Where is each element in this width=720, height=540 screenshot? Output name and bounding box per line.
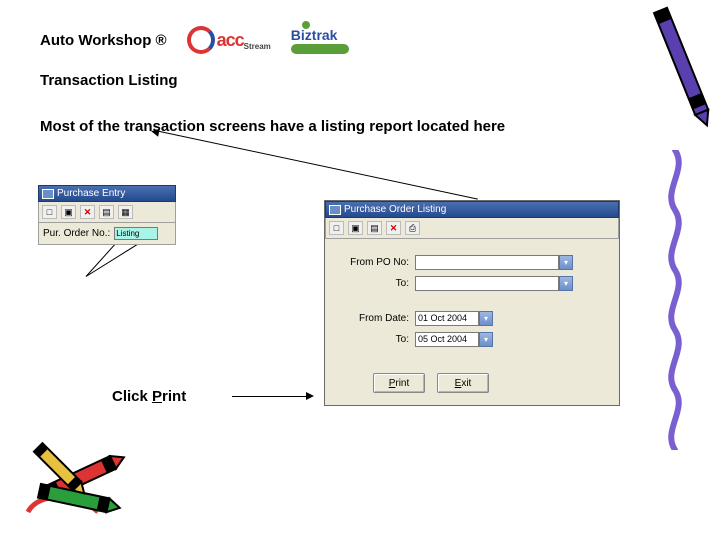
toolbar: □ ▣ ✕ ▤ ▦ xyxy=(38,202,176,223)
delete-x-icon[interactable]: ✕ xyxy=(80,205,95,219)
arrow-line-icon xyxy=(232,396,308,397)
form-area: From PO No: ▾ To: ▾ From Date: 01 Oct 20… xyxy=(325,239,619,367)
dialog-button-row: Print Exit xyxy=(325,367,619,405)
save-icon[interactable]: ▤ xyxy=(367,221,382,235)
print-button[interactable]: Print xyxy=(373,373,425,393)
to-date-label: To: xyxy=(333,334,415,345)
click-print-text: Click Print xyxy=(112,388,186,405)
from-po-input[interactable] xyxy=(415,255,559,270)
from-po-combo[interactable]: ▾ xyxy=(415,255,573,270)
biztrak-logo: Biztrak xyxy=(291,27,349,54)
acc-stream-logo: acc Stream xyxy=(187,26,271,54)
window-icon xyxy=(329,205,341,215)
window-icon xyxy=(42,189,54,199)
arrow-line-icon xyxy=(155,130,478,200)
new-doc-icon[interactable]: □ xyxy=(329,221,344,235)
to-po-combo[interactable]: ▾ xyxy=(415,276,573,291)
window-title-text: Purchase Order Listing xyxy=(344,204,446,215)
window-titlebar[interactable]: Purchase Entry xyxy=(38,185,176,202)
exit-button[interactable]: Exit xyxy=(437,373,489,393)
chevron-down-icon[interactable]: ▾ xyxy=(559,255,573,270)
acc-ring-icon xyxy=(187,26,215,54)
app-title: Auto Workshop ® xyxy=(40,32,167,49)
pur-order-no-label: Pur. Order No.: xyxy=(43,228,110,239)
to-date-picker[interactable]: 05 Oct 2004 ▾ xyxy=(415,332,493,347)
from-date-picker[interactable]: 01 Oct 2004 ▾ xyxy=(415,311,493,326)
window-titlebar[interactable]: Purchase Order Listing xyxy=(325,201,619,218)
new-doc-icon[interactable]: □ xyxy=(42,205,57,219)
save-icon[interactable]: ▤ xyxy=(99,205,114,219)
pur-order-no-input[interactable]: Listing xyxy=(114,227,158,240)
from-po-label: From PO No: xyxy=(333,257,415,268)
grid-icon[interactable]: ▦ xyxy=(118,205,133,219)
header-row: Auto Workshop ® acc Stream Biztrak xyxy=(40,26,349,54)
to-po-label: To: xyxy=(333,278,415,289)
delete-x-icon[interactable]: ✕ xyxy=(386,221,401,235)
crayon-decoration-icon xyxy=(634,0,720,140)
crayon-pile-decoration-icon xyxy=(18,422,148,532)
chevron-down-icon[interactable]: ▾ xyxy=(479,332,493,347)
window-title-text: Purchase Entry xyxy=(57,188,125,199)
body-text: Most of the transaction screens have a l… xyxy=(40,118,505,135)
toolbar: □ ▣ ▤ ✕ ⎙ xyxy=(325,218,619,239)
po-listing-window: Purchase Order Listing □ ▣ ▤ ✕ ⎙ From PO… xyxy=(324,200,620,406)
open-icon[interactable]: ▣ xyxy=(61,205,76,219)
section-heading: Transaction Listing xyxy=(40,72,178,89)
form-row: Pur. Order No.: Listing xyxy=(38,223,176,245)
from-date-input[interactable]: 01 Oct 2004 xyxy=(415,311,479,326)
purchase-entry-window: Purchase Entry □ ▣ ✕ ▤ ▦ Pur. Order No.:… xyxy=(38,185,176,245)
arrow-head-icon xyxy=(306,392,314,400)
chevron-down-icon[interactable]: ▾ xyxy=(479,311,493,326)
to-date-input[interactable]: 05 Oct 2004 xyxy=(415,332,479,347)
open-icon[interactable]: ▣ xyxy=(348,221,363,235)
arrow-head-icon xyxy=(150,127,159,136)
to-po-input[interactable] xyxy=(415,276,559,291)
chevron-down-icon[interactable]: ▾ xyxy=(559,276,573,291)
print-icon[interactable]: ⎙ xyxy=(405,221,420,235)
from-date-label: From Date: xyxy=(333,313,415,324)
squiggle-decoration-icon xyxy=(658,150,692,455)
